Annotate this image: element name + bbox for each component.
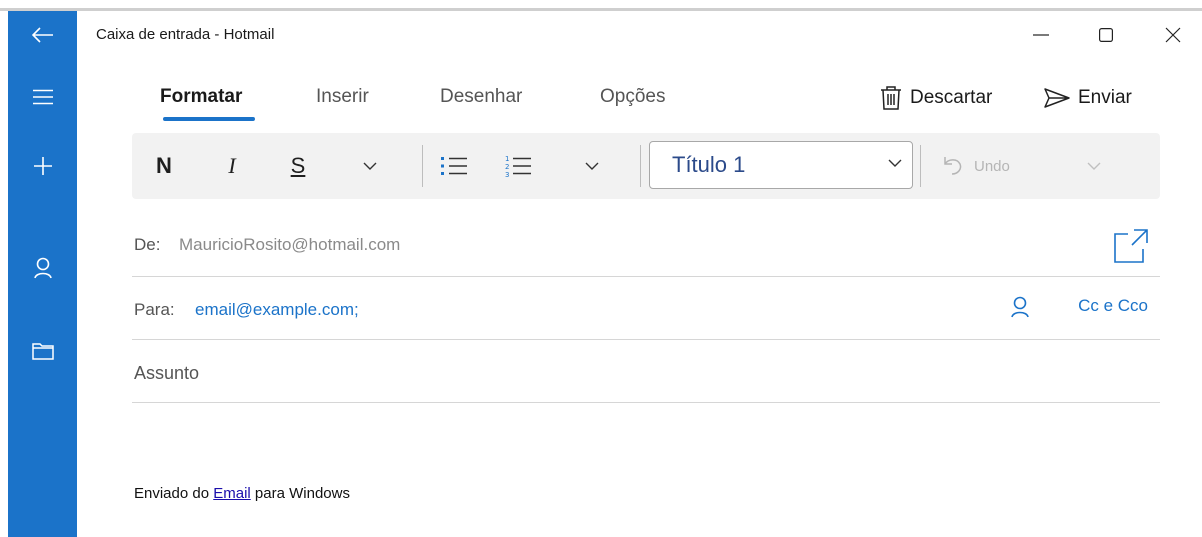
new-mail-button[interactable] bbox=[8, 142, 77, 190]
from-account[interactable]: MauricioRosito@hotmail.com bbox=[179, 235, 400, 255]
signature-suffix: para Windows bbox=[250, 485, 350, 502]
bullet-list-icon bbox=[441, 157, 467, 175]
chevron-down-icon bbox=[888, 159, 902, 167]
folders-button[interactable] bbox=[8, 327, 77, 375]
undo-options-dropdown[interactable] bbox=[1080, 146, 1108, 186]
tab-opcoes[interactable]: Opções bbox=[600, 86, 665, 108]
menu-button[interactable] bbox=[8, 73, 77, 121]
paragraph-style-select[interactable]: Título 1 bbox=[649, 141, 913, 189]
back-arrow-icon bbox=[31, 27, 53, 43]
active-tab-indicator bbox=[163, 117, 255, 121]
discard-label: Descartar bbox=[910, 87, 993, 108]
folder-icon bbox=[31, 343, 54, 360]
send-button[interactable]: Enviar bbox=[1044, 84, 1132, 112]
format-toolbar: N I S 1 2 3 Título 1 Undo bbox=[132, 133, 1160, 199]
paragraph-options-dropdown[interactable] bbox=[578, 146, 606, 186]
close-icon bbox=[1165, 27, 1181, 43]
popout-window-icon[interactable] bbox=[1114, 229, 1148, 263]
font-options-dropdown[interactable] bbox=[356, 146, 384, 186]
minimize-button[interactable] bbox=[1018, 17, 1064, 53]
title-bar: Caixa de entrada - Hotmail bbox=[77, 11, 1202, 59]
minimize-icon bbox=[1033, 34, 1049, 36]
discard-button[interactable]: Descartar bbox=[880, 84, 992, 112]
person-icon[interactable] bbox=[1010, 296, 1030, 318]
undo-label: Undo bbox=[974, 157, 1010, 175]
undo-icon bbox=[944, 157, 962, 175]
to-recipient[interactable]: email@example.com; bbox=[195, 300, 359, 320]
numbered-list-icon: 1 2 3 bbox=[505, 155, 531, 178]
tab-formatar[interactable]: Formatar bbox=[160, 86, 242, 108]
toolbar-separator bbox=[920, 145, 921, 187]
cc-bcc-button[interactable]: Cc e Cco bbox=[1078, 296, 1148, 316]
tab-desenhar[interactable]: Desenhar bbox=[440, 86, 522, 108]
maximize-icon bbox=[1099, 28, 1113, 42]
signature-prefix: Enviado do bbox=[134, 485, 214, 502]
message-body[interactable]: Enviado do Email para Windows bbox=[134, 485, 350, 502]
bold-button[interactable]: N bbox=[146, 146, 182, 186]
subject-input[interactable]: Assunto bbox=[134, 363, 199, 384]
plus-icon bbox=[33, 157, 52, 175]
toolbar-separator bbox=[422, 145, 423, 187]
numbering-button[interactable]: 1 2 3 bbox=[498, 146, 538, 186]
italic-button[interactable]: I bbox=[214, 146, 250, 186]
svg-text:3: 3 bbox=[505, 171, 509, 178]
mail-compose-window: Caixa de entrada - Hotmail Formatar Inse… bbox=[0, 0, 1202, 537]
svg-text:2: 2 bbox=[505, 163, 509, 171]
send-label: Enviar bbox=[1078, 87, 1132, 108]
left-navigation-rail bbox=[8, 11, 77, 537]
close-button[interactable] bbox=[1150, 17, 1196, 53]
send-icon bbox=[1044, 88, 1070, 108]
bullets-button[interactable] bbox=[434, 146, 474, 186]
toolbar-separator bbox=[640, 145, 641, 187]
maximize-button[interactable] bbox=[1083, 17, 1129, 53]
window-title: Caixa de entrada - Hotmail bbox=[96, 26, 275, 43]
chevron-down-icon bbox=[1087, 162, 1101, 170]
to-label: Para: bbox=[134, 300, 175, 319]
back-button[interactable] bbox=[8, 11, 77, 59]
from-label: De: bbox=[134, 235, 161, 254]
trash-icon bbox=[881, 86, 901, 110]
subject-row[interactable]: Assunto bbox=[132, 339, 1160, 403]
chevron-down-icon bbox=[363, 162, 377, 170]
signature-email-link[interactable]: Email bbox=[213, 485, 251, 502]
to-row: Para: email@example.com; Cc e Cco bbox=[132, 276, 1160, 340]
paragraph-style-value: Título 1 bbox=[672, 152, 746, 177]
chevron-down-icon bbox=[585, 162, 599, 170]
tab-inserir[interactable]: Inserir bbox=[316, 86, 369, 108]
accounts-button[interactable] bbox=[8, 244, 77, 292]
svg-text:1: 1 bbox=[505, 155, 509, 163]
person-icon bbox=[33, 257, 52, 279]
underline-button[interactable]: S bbox=[280, 146, 316, 186]
from-row: De: MauricioRosito@hotmail.com bbox=[132, 213, 1160, 277]
undo-button[interactable]: Undo bbox=[940, 146, 1040, 186]
hamburger-menu-icon bbox=[32, 89, 53, 105]
